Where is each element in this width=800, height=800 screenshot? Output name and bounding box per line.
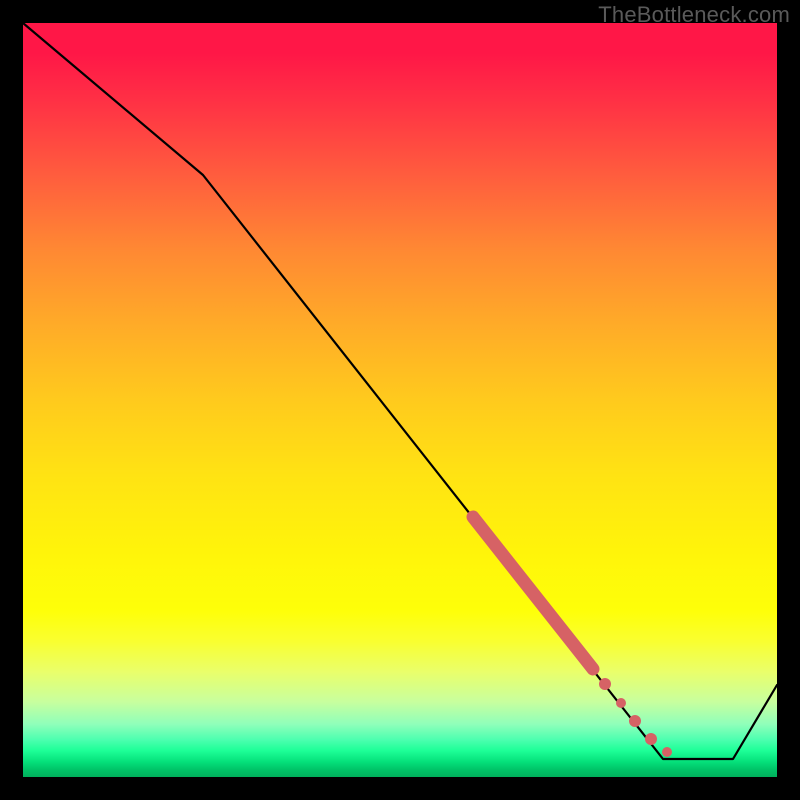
sample-dot: [599, 678, 611, 690]
sample-dots-group: [473, 517, 672, 757]
sample-dot: [645, 733, 657, 745]
chart-svg: [23, 23, 777, 777]
watermark-text: TheBottleneck.com: [598, 2, 790, 28]
bottleneck-curve-line: [23, 23, 777, 759]
sample-dot: [629, 715, 641, 727]
sample-dot: [662, 747, 672, 757]
sample-segment: [473, 517, 593, 669]
sample-dot: [616, 698, 626, 708]
plot-area: [23, 23, 777, 777]
chart-frame: TheBottleneck.com: [0, 0, 800, 800]
